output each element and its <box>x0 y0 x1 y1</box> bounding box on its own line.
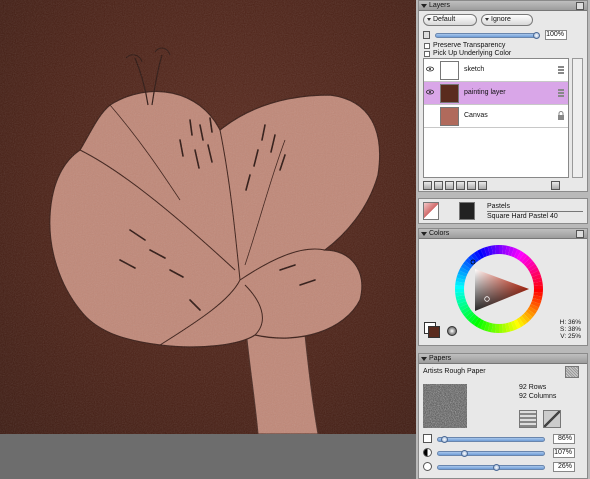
colors-panel: Colors H: 36% S: 38% V: 25% <box>418 228 588 346</box>
paper-name[interactable]: Artists Rough Paper <box>423 368 486 375</box>
brush-category-name[interactable]: Pastels <box>487 203 510 210</box>
value-readout: V: 25% <box>560 333 581 340</box>
paper-columns: 92 Columns <box>519 393 557 400</box>
document-canvas[interactable] <box>0 0 416 434</box>
group-icon[interactable] <box>445 181 454 190</box>
pick-up-underlying-checkbox[interactable] <box>424 51 430 57</box>
colors-panel-title: Colors <box>429 230 450 237</box>
brush-variant-name[interactable]: Square Hard Pastel 40 <box>487 213 558 220</box>
layer-row-sketch[interactable]: sketch <box>424 59 568 82</box>
composite-method-dropdown[interactable]: Default <box>423 14 477 26</box>
canvas-gutter <box>0 434 416 479</box>
brush-selector-bar: Pastels Square Hard Pastel 40 <box>418 198 588 224</box>
layer-name: Canvas <box>464 112 488 119</box>
opacity-value[interactable]: 100% <box>545 30 567 40</box>
saturation-readout: S: 38% <box>560 326 581 333</box>
main-color-swatch[interactable] <box>428 326 440 338</box>
mask-icon[interactable] <box>456 181 465 190</box>
layers-panel: Layers Default Ignore 100% Preserve Tran… <box>418 0 588 192</box>
paper-brightness-icon <box>423 462 432 471</box>
paper-texture-preview <box>423 384 467 428</box>
chevron-down-icon <box>485 18 489 21</box>
composite-depth-value: Ignore <box>491 16 511 23</box>
chevron-down-icon <box>427 18 431 21</box>
lily-painting <box>0 0 416 434</box>
palette-column: Layers Default Ignore 100% Preserve Tran… <box>416 0 590 479</box>
clone-color-icon[interactable] <box>447 326 457 336</box>
layers-panel-title: Layers <box>429 2 451 9</box>
new-mask-icon[interactable] <box>478 181 487 190</box>
brush-category-icon[interactable] <box>423 202 439 220</box>
opacity-slider[interactable] <box>435 33 539 38</box>
opacity-slider-knob[interactable] <box>533 32 540 39</box>
paper-scale-knob[interactable] <box>441 436 448 443</box>
layer-stack-icon <box>558 66 564 74</box>
papers-panel: Papers Artists Rough Paper 92 Rows 92 Co… <box>418 353 588 479</box>
layers-toolbar <box>423 181 585 191</box>
layer-name: painting layer <box>464 89 506 96</box>
paper-scale-slider[interactable] <box>437 437 545 442</box>
layer-commands-icon[interactable] <box>423 181 432 190</box>
paper-brightness-slider[interactable] <box>437 465 545 470</box>
eye-icon[interactable] <box>426 66 434 72</box>
paper-contrast-icon <box>423 448 432 457</box>
paper-scale-value[interactable]: 86% <box>553 434 575 444</box>
paper-rows: 92 Rows <box>519 384 547 391</box>
brush-variant-icon[interactable] <box>459 202 475 220</box>
color-wheel[interactable] <box>453 243 545 335</box>
paper-contrast-knob[interactable] <box>461 450 468 457</box>
dynamic-plugins-icon[interactable] <box>434 181 443 190</box>
paper-library-icon[interactable] <box>565 366 579 378</box>
paper-contrast-value[interactable]: 107% <box>553 448 575 458</box>
collapse-triangle-icon[interactable] <box>421 4 427 8</box>
layer-thumbnail <box>440 61 459 80</box>
document-canvas-area[interactable] <box>0 0 416 479</box>
preserve-transparency-label: Preserve Transparency <box>433 42 506 49</box>
layer-stack-icon <box>558 89 564 97</box>
trash-icon[interactable] <box>551 181 560 190</box>
brush-divider <box>487 211 583 212</box>
preserve-transparency-checkbox[interactable] <box>424 43 430 49</box>
invert-paper-icon[interactable] <box>543 410 561 428</box>
hue-ring[interactable] <box>453 243 545 335</box>
composite-depth-dropdown[interactable]: Ignore <box>481 14 533 26</box>
paper-brightness-value[interactable]: 26% <box>553 462 575 472</box>
close-icon[interactable] <box>576 2 584 10</box>
collapse-triangle-icon[interactable] <box>421 232 427 236</box>
paper-scale-icon <box>423 434 432 443</box>
layer-list-scrollbar[interactable] <box>572 58 583 178</box>
colors-panel-titlebar[interactable]: Colors <box>419 229 587 239</box>
papers-panel-title: Papers <box>429 355 452 362</box>
composite-method-value: Default <box>433 16 456 23</box>
hue-readout: H: 36% <box>559 319 581 326</box>
layer-thumbnail <box>440 107 459 126</box>
pick-up-underlying-label: Pick Up Underlying Color <box>433 50 512 57</box>
new-layer-icon[interactable] <box>467 181 476 190</box>
collapse-triangle-icon[interactable] <box>421 357 427 361</box>
layer-name: sketch <box>464 66 485 73</box>
paper-brightness-knob[interactable] <box>493 464 500 471</box>
layer-row-painting-layer[interactable]: painting layer <box>424 82 568 105</box>
lock-icon <box>558 111 564 120</box>
layer-thumbnail <box>440 84 459 103</box>
opacity-icon <box>423 31 430 39</box>
layers-panel-titlebar[interactable]: Layers <box>419 1 587 11</box>
layer-row-canvas[interactable]: Canvas <box>424 105 568 128</box>
close-icon[interactable] <box>576 230 584 238</box>
capture-paper-icon[interactable] <box>519 410 537 428</box>
layer-list: sketch painting layer Canvas <box>423 58 569 178</box>
eye-icon[interactable] <box>426 89 434 95</box>
papers-panel-titlebar[interactable]: Papers <box>419 354 587 364</box>
paper-contrast-slider[interactable] <box>437 451 545 456</box>
